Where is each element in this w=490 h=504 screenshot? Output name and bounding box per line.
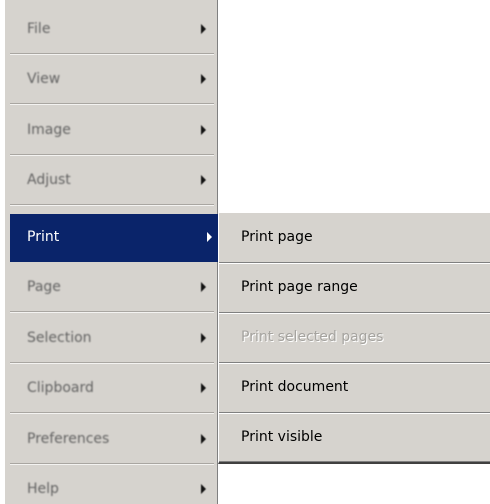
submenu-item-label: Print document (241, 379, 349, 395)
menu-item-image[interactable]: Image (10, 107, 214, 155)
menu-separator (10, 154, 214, 155)
menu-item-file[interactable]: File (10, 6, 214, 54)
submenu-arrow-icon (207, 232, 212, 242)
menu-item-selection[interactable]: Selection (10, 315, 214, 363)
menu-item-view[interactable]: View (10, 56, 214, 104)
submenu-arrow-icon (201, 484, 206, 494)
menu-item-label: Image (27, 122, 71, 138)
menu-item-label: File (27, 21, 51, 37)
submenu-arrow-icon (201, 333, 206, 343)
submenu-item-print-visible[interactable]: Print visible (219, 413, 490, 463)
submenu-item-label: Print selected pages (241, 329, 384, 345)
menu-item-label: Clipboard (27, 380, 94, 396)
submenu-item-print-page-range[interactable]: Print page range (219, 263, 490, 313)
menu-screen: File View Image Adjust Print Page Select… (0, 0, 490, 504)
menu-item-label: Page (27, 279, 61, 295)
print-submenu: Print page Print page range Print select… (218, 212, 490, 464)
submenu-item-print-selected-pages: Print selected pages (219, 313, 490, 363)
menu-item-label: Selection (27, 330, 92, 346)
menu-item-adjust[interactable]: Adjust (10, 157, 214, 205)
menu-separator (10, 103, 214, 104)
submenu-arrow-icon (201, 282, 206, 292)
submenu-arrow-icon (201, 74, 206, 84)
menu-separator (10, 53, 214, 54)
submenu-arrow-icon (201, 24, 206, 34)
submenu-item-label: Print page (241, 229, 313, 245)
submenu-arrow-icon (201, 383, 206, 393)
menu-separator (10, 311, 214, 312)
submenu-arrow-icon (201, 125, 206, 135)
main-menu: File View Image Adjust Print Page Select… (4, 0, 220, 504)
submenu-arrow-icon (201, 434, 206, 444)
menu-item-label: Help (27, 481, 59, 497)
menu-item-page[interactable]: Page (10, 264, 214, 312)
submenu-item-print-page[interactable]: Print page (219, 213, 490, 263)
menu-item-label: Adjust (27, 172, 71, 188)
submenu-item-print-document[interactable]: Print document (219, 363, 490, 413)
menu-separator (10, 204, 214, 205)
menu-item-label: View (27, 71, 61, 87)
menu-separator (10, 362, 214, 363)
submenu-item-label: Print page range (241, 279, 358, 295)
menu-item-help[interactable]: Help (10, 466, 214, 504)
menu-item-clipboard[interactable]: Clipboard (10, 365, 214, 413)
menu-separator (10, 412, 214, 413)
menu-item-preferences[interactable]: Preferences (10, 416, 214, 464)
submenu-arrow-icon (201, 175, 206, 185)
menu-item-label: Print (27, 229, 60, 245)
menu-separator (10, 463, 214, 464)
menu-item-label: Preferences (27, 431, 110, 447)
submenu-item-label: Print visible (241, 429, 323, 445)
menu-item-print[interactable]: Print (10, 214, 220, 262)
